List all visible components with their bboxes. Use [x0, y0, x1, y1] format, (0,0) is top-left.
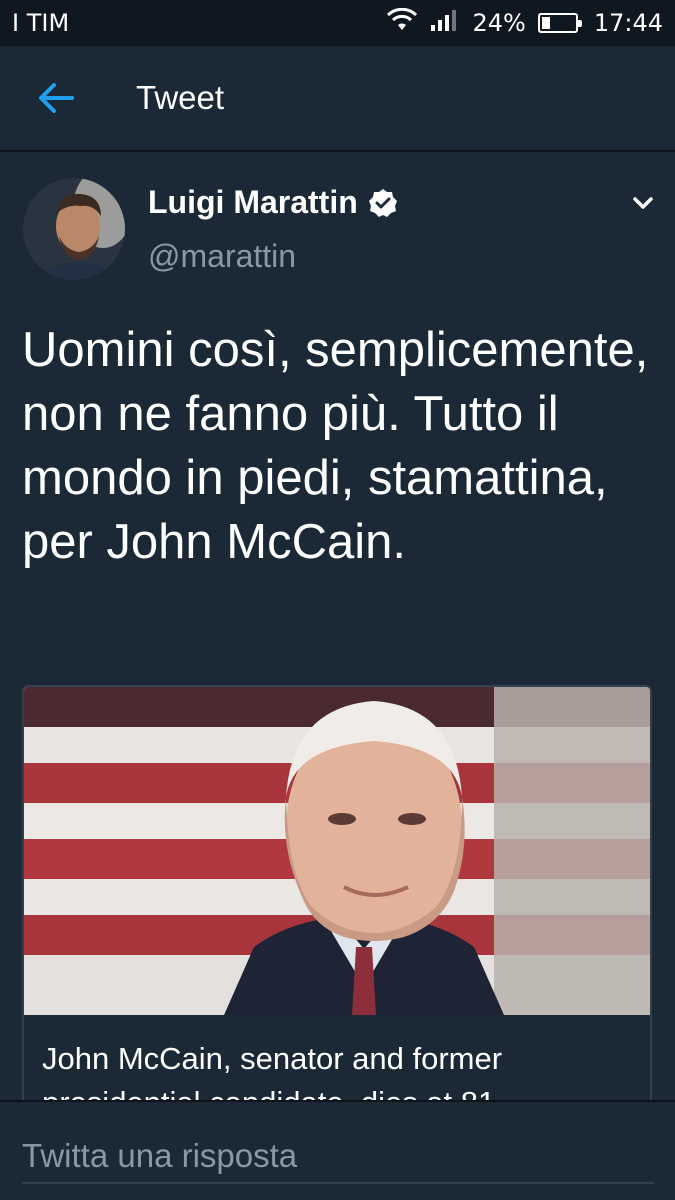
link-card[interactable]: John McCain, senator and former presiden…	[22, 685, 652, 1155]
carrier-label: I TIM	[12, 9, 70, 37]
app-header: Tweet	[0, 46, 675, 152]
tweet-text: Uomini così, semplicemente, non ne fanno…	[22, 323, 649, 569]
avatar[interactable]	[23, 178, 125, 280]
status-icons: 24% 17:44	[386, 7, 663, 38]
author-handle[interactable]: @marattin	[148, 238, 296, 275]
tweet-screen: I TIM 24% 17:44 Tweet Luigi Marattin @ma…	[0, 0, 675, 1200]
wifi-icon	[386, 7, 418, 38]
clock: 17:44	[593, 9, 663, 37]
signal-icon	[430, 8, 460, 38]
tweet-menu-button[interactable]	[625, 188, 661, 218]
reply-bar	[0, 1100, 675, 1200]
battery-icon	[537, 13, 582, 33]
chevron-down-icon	[633, 197, 653, 209]
author-name: Luigi Marattin	[148, 184, 358, 220]
author-name-row[interactable]: Luigi Marattin	[148, 184, 398, 221]
back-button[interactable]	[0, 45, 112, 151]
battery-fill	[541, 17, 550, 29]
card-image	[24, 687, 650, 1015]
arrow-left-icon	[39, 83, 74, 113]
battery-percent: 24%	[472, 9, 526, 37]
avatar-portrait	[23, 178, 125, 280]
verified-badge-icon	[368, 188, 397, 217]
page-title: Tweet	[136, 79, 225, 116]
tweet-author: Luigi Marattin @marattin	[0, 170, 675, 290]
status-bar: I TIM 24% 17:44	[0, 0, 675, 46]
reply-input[interactable]	[22, 1130, 654, 1184]
